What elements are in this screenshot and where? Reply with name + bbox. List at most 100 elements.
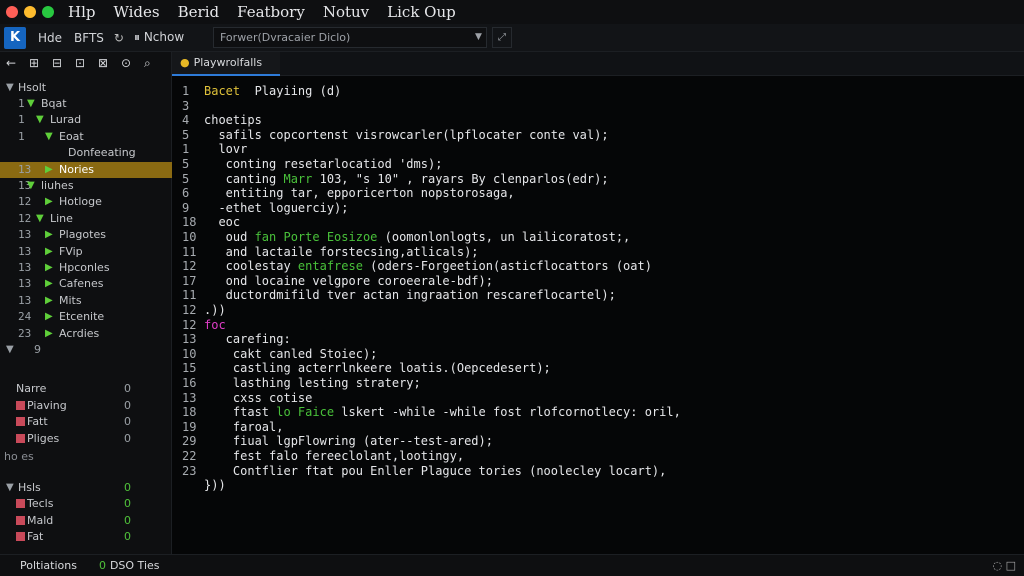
tree-item-number: 12	[18, 211, 32, 225]
toolbar-item[interactable]: BFTS	[74, 31, 104, 45]
code-line[interactable]: 15 castling acterrlnkeere loatis.(Oepced…	[172, 361, 1024, 376]
tree-item-number: 13	[18, 261, 32, 274]
code-line[interactable]: 11 ductordmifild tver actan ingraation r…	[172, 288, 1024, 303]
history-button[interactable]: ⏸ Nchow	[134, 30, 184, 45]
tree-item[interactable]: 1 ▼ Lurad	[0, 112, 172, 128]
menu-item[interactable]: Notuv	[323, 3, 369, 21]
line-number: 17	[182, 273, 197, 288]
line-number: 9	[182, 200, 190, 215]
tree-item[interactable]: 13 ▶ Mits	[0, 293, 172, 309]
app-logo-icon[interactable]: K	[4, 26, 26, 49]
code-line[interactable]: 18 eoc	[172, 215, 1024, 230]
tree-item[interactable]: 13 ▶ Nories	[0, 161, 172, 178]
code-line[interactable]: 22 fest falo fereeclolant,lootingy,	[172, 449, 1024, 464]
code-line[interactable]: 10 cakt canled Stoiec);	[172, 347, 1024, 362]
section-item[interactable]: Fat	[16, 530, 43, 543]
syntax-token: lo Faice	[276, 405, 335, 420]
status-tests[interactable]: 0 DSO Ties	[99, 559, 160, 572]
tree-header[interactable]: ▼ Hsolt	[0, 80, 172, 96]
code-line[interactable]: 13 cxss cotise	[172, 391, 1024, 406]
line-number: 10	[182, 230, 197, 244]
tree-item[interactable]: 13 ▼ liuhes	[0, 178, 172, 194]
tree-item[interactable]: Donfeeating	[0, 145, 172, 161]
tree-item[interactable]: 12 ▼ Line	[0, 211, 172, 227]
line-number: 1	[182, 142, 190, 157]
pause-icon: ⏸	[133, 30, 140, 44]
close-window-button[interactable]	[6, 6, 18, 18]
tree-item[interactable]: 24 ▶ Etcenite	[0, 309, 172, 325]
syntax-token: entafrese	[297, 259, 363, 274]
tree-item[interactable]: 13 ▶ Cafenes	[0, 276, 172, 292]
code-line[interactable]: 1 lovr	[172, 142, 1024, 157]
tree-item[interactable]: 12 ▶ Hotloge	[0, 194, 172, 210]
section-item[interactable]: Piaving	[16, 399, 67, 412]
search-icon[interactable]: ⌕	[144, 56, 157, 70]
code-line[interactable]: 16 lasthing lesting stratery;	[172, 376, 1024, 391]
code-text: lasthing lesting stratery;	[204, 376, 421, 390]
maximize-window-button[interactable]	[42, 6, 54, 18]
menu-item[interactable]: Featbory	[237, 3, 305, 21]
chevron-down-icon[interactable]: ▼	[475, 32, 482, 42]
tree-item-label: Nories	[59, 162, 95, 176]
syntax-token: Bacet	[204, 84, 241, 98]
section-2-header[interactable]: ▼ Hsls 0	[0, 480, 172, 496]
menu-item[interactable]: Berid	[178, 3, 219, 21]
tree-item[interactable]: 13 ▶ Plagotes	[0, 227, 172, 243]
notification-icon[interactable]: ◌ □	[993, 559, 1017, 572]
grid-icon[interactable]: ⊡	[75, 56, 88, 70]
section-item[interactable]: Fatt	[16, 415, 48, 428]
tree-tail[interactable]: ▼ 9	[0, 342, 172, 358]
code-line[interactable]: 23 Contflier ftat pou Enller Plaguce tor…	[172, 464, 1024, 479]
code-text: canting Marr 103, "s 10" , rayars By cle…	[204, 171, 609, 186]
code-line[interactable]: 6 entiting tar, epporicerton nopstorosag…	[172, 186, 1024, 201]
bookmark-icon[interactable]: ⊠	[98, 56, 111, 70]
code-line[interactable]: 5 canting Marr 103, "s 10" , rayars By c…	[172, 172, 1024, 187]
section-item[interactable]: Mald	[16, 514, 53, 527]
code-line[interactable]: 10 oud fan Porte Eosizoe (oomonlonlogts,…	[172, 230, 1024, 245]
code-line[interactable]: 17 ond locaine velgpore coroeerale-bdf);	[172, 274, 1024, 289]
code-line[interactable]: 29 fiual lgpFlowring (ater--test-ared);	[172, 434, 1024, 449]
code-line[interactable]: 12 coolestay entafrese (oders-Forgeetion…	[172, 259, 1024, 274]
code-line[interactable]: 5 conting resetarlocatiod 'dms);	[172, 157, 1024, 172]
code-line[interactable]: 4 choetips	[172, 113, 1024, 128]
toolbar-item[interactable]: Hde	[38, 31, 62, 45]
tree-item[interactable]: 1 ▼ Eoat	[0, 129, 172, 145]
tree-item-number: 13	[18, 228, 32, 242]
menu-item[interactable]: Lick Oup	[387, 3, 456, 21]
code-line[interactable]: 18 ftast lo Faice lskert -while -while f…	[172, 405, 1024, 420]
tree-title: Hsolt	[18, 81, 47, 94]
back-icon[interactable]: ←	[6, 56, 19, 70]
section-item[interactable]: Tecls	[16, 497, 53, 510]
code-line[interactable]: 5 safils copcortenst visrowcarler(lpfloc…	[172, 128, 1024, 143]
code-line[interactable]: 3	[172, 99, 1024, 114]
search-input[interactable]: Forwer(Dvracaier Diclo)	[213, 27, 487, 48]
code-line[interactable]: 1 Bacet Playiing (d)	[172, 84, 1024, 99]
code-line[interactable]: 11 and lactaile forstecsing,atlicals);	[172, 245, 1024, 260]
refresh-icon[interactable]: ↻	[114, 31, 124, 45]
code-line[interactable]: 13 carefing:	[172, 332, 1024, 347]
section-item[interactable]: Narre	[16, 382, 46, 395]
code-line[interactable]: 9 -ethet loguerciy);	[172, 201, 1024, 216]
line-number: 29	[182, 434, 197, 449]
code-line[interactable]: 12 foc	[172, 318, 1024, 333]
tree-item[interactable]: 1 ▼ Bqat	[0, 96, 172, 112]
section-item[interactable]: Pliges	[16, 432, 59, 445]
tree-item[interactable]: 13 ▶ Hpconles	[0, 260, 172, 276]
folder-icon[interactable]: ⊟	[52, 56, 65, 70]
menu-item[interactable]: Wides	[113, 3, 159, 21]
code-text: cakt canled Stoiec);	[204, 346, 378, 361]
tab-playwright[interactable]: ● Playwrolfalls	[172, 52, 280, 76]
code-line[interactable]: }))	[172, 478, 1024, 493]
expand-button[interactable]: ⤢	[492, 27, 512, 48]
tree-item[interactable]: 23 ▶ Acrdies	[0, 326, 172, 342]
code-line[interactable]: 12.))	[172, 303, 1024, 318]
tree-item[interactable]: 13 ▶ FVip	[0, 244, 172, 260]
split-icon[interactable]: ⊞	[29, 56, 42, 70]
code-editor[interactable]: 1 Bacet Playiing (d) 3 4 choetips 5 safils co…	[172, 76, 1024, 554]
tree-arrow-icon: ▶	[45, 245, 53, 257]
status-problems[interactable]: Poltiations	[20, 559, 77, 572]
pin-icon[interactable]: ⊙	[121, 56, 134, 70]
minimize-window-button[interactable]	[24, 6, 36, 18]
menu-item[interactable]: Hlp	[68, 3, 95, 21]
code-line[interactable]: 19 faroal,	[172, 420, 1024, 435]
